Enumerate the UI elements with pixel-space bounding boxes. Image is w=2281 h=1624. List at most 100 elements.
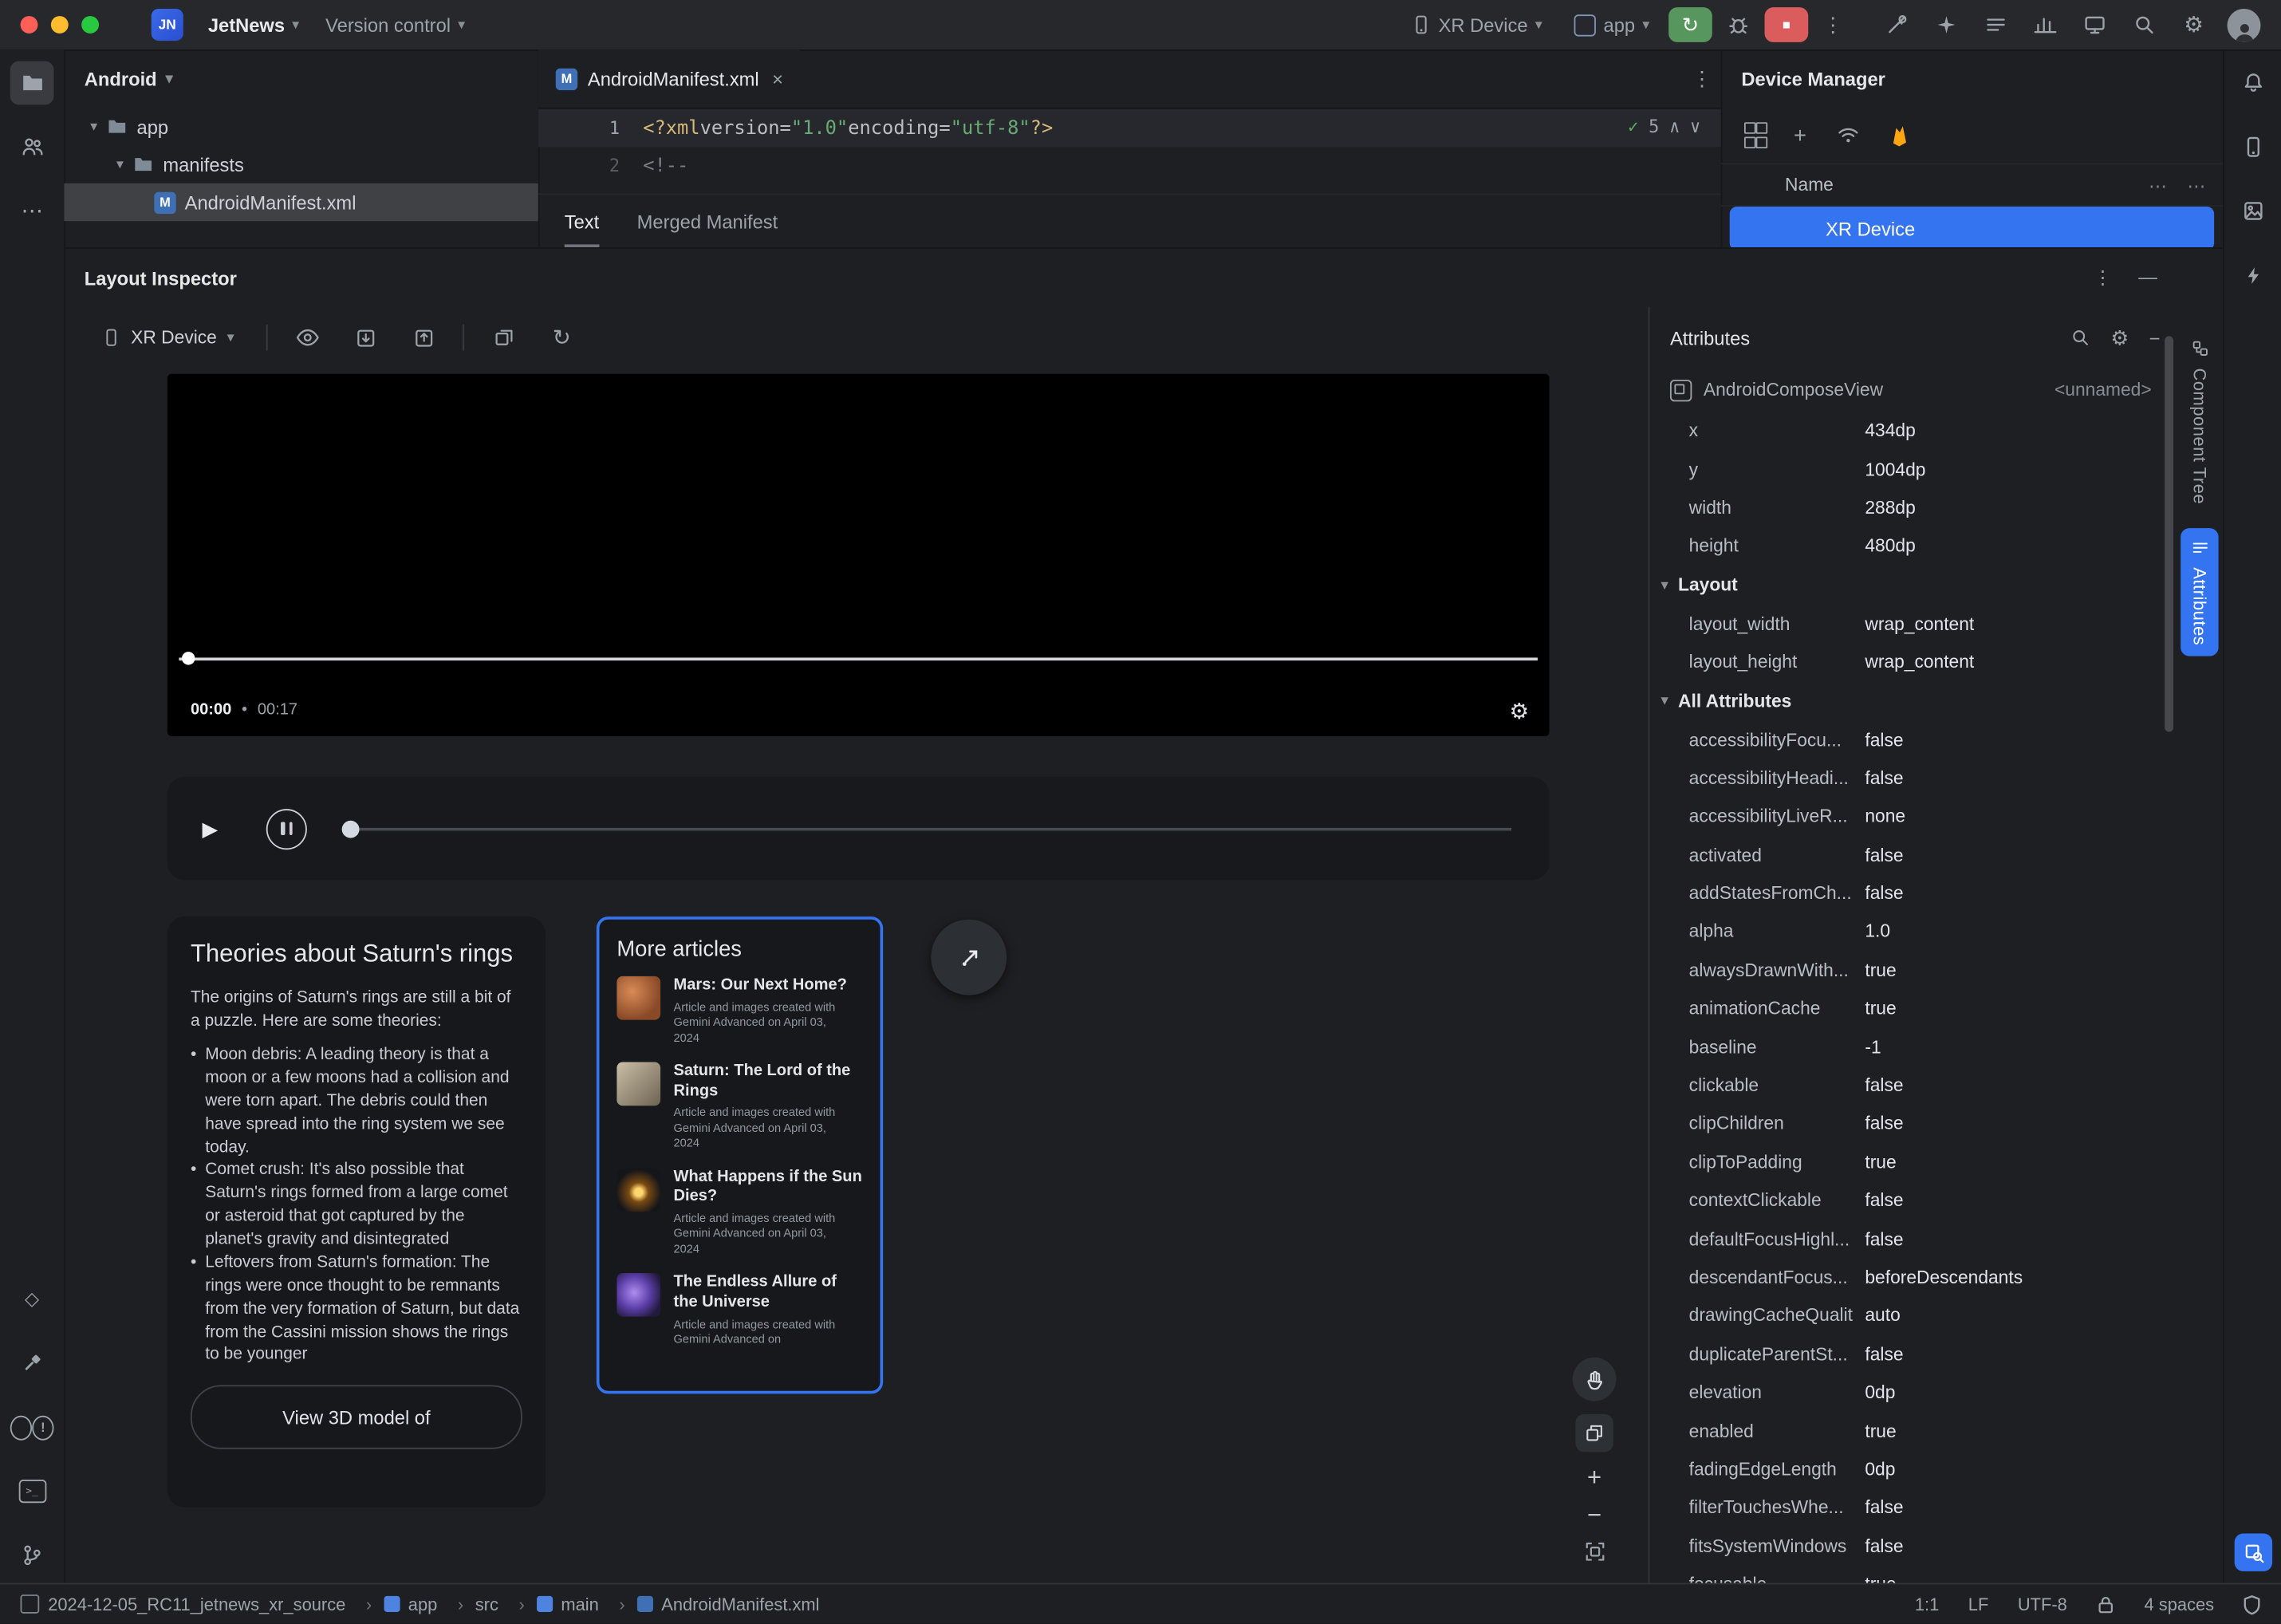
tree-row-manifests[interactable]: ▾ manifests: [64, 145, 538, 183]
attribute-row[interactable]: clickable false: [1649, 1066, 2177, 1105]
audio-seek-track[interactable]: [345, 826, 1512, 830]
panel-options-icon[interactable]: ⋮: [2094, 266, 2113, 290]
code-editor[interactable]: 1 <?xml version= "1.0" encoding= "utf-8" ?>…: [538, 108, 1721, 194]
settings-gear-icon[interactable]: ⚙: [2178, 7, 2210, 42]
add-device-icon[interactable]: +: [1794, 123, 1806, 148]
column-options-icon[interactable]: ⋯: [2149, 174, 2167, 196]
article-list-item[interactable]: The Endless Allure of the Universe Artic…: [617, 1273, 862, 1348]
stop-button[interactable]: ■: [1764, 7, 1809, 42]
attribute-row[interactable]: animationCache true: [1649, 989, 2177, 1027]
video-progress-thumb[interactable]: [182, 652, 195, 665]
editor-tab-options-icon[interactable]: ⋮: [1683, 66, 1720, 91]
settings-gear-icon[interactable]: ⚙: [2110, 325, 2129, 350]
pull-requests-tool-button[interactable]: [10, 125, 54, 169]
next-problem-icon[interactable]: ∨: [1690, 116, 1700, 137]
attribute-row[interactable]: drawingCacheQualit auto: [1649, 1297, 2177, 1335]
code-line-1[interactable]: 1 <?xml version= "1.0" encoding= "utf-8" ?>: [538, 108, 1721, 148]
attribute-row[interactable]: x 434dp: [1649, 412, 2177, 450]
expand-chevron-icon[interactable]: ▾: [90, 119, 97, 135]
attribute-row[interactable]: duplicateParentSt... false: [1649, 1335, 2177, 1374]
search-icon[interactable]: [2070, 327, 2090, 348]
prev-problem-icon[interactable]: ∧: [1669, 116, 1680, 137]
attribute-row[interactable]: accessibilityFocu... false: [1649, 721, 2177, 759]
expand-chevron-icon[interactable]: ▾: [116, 156, 124, 172]
snapshot-export-icon[interactable]: [346, 320, 384, 355]
attribute-row[interactable]: y 1004dp: [1649, 450, 2177, 488]
gemini-toolbar-icon[interactable]: [1930, 7, 1962, 42]
more-articles-card-selected[interactable]: More articles Mars: Our Next Home? Artic…: [596, 916, 884, 1394]
attribute-row[interactable]: layout_height wrap_content: [1649, 643, 2177, 681]
attribute-row[interactable]: defaultFocusHighl... false: [1649, 1220, 2177, 1258]
attribute-row[interactable]: contextClickable false: [1649, 1181, 2177, 1220]
view-3d-model-button[interactable]: View 3D model of: [190, 1385, 522, 1450]
more-actions-icon[interactable]: ⋮: [1814, 13, 1852, 37]
close-window-button[interactable]: [20, 16, 38, 34]
attribute-row[interactable]: fadingEdgeLength 0dp: [1649, 1450, 2177, 1488]
tab-text[interactable]: Text: [565, 195, 599, 247]
profiler-icon[interactable]: [2029, 7, 2061, 42]
video-progress-bar[interactable]: [179, 652, 1538, 665]
close-tab-icon[interactable]: ×: [772, 68, 783, 89]
attribute-row[interactable]: clipToPadding true: [1649, 1143, 2177, 1181]
pair-wifi-icon[interactable]: [1835, 125, 1860, 146]
expand-fab[interactable]: [931, 919, 1007, 995]
attribute-row[interactable]: accessibilityHeadi... false: [1649, 759, 2177, 798]
project-view-selector[interactable]: Android ▾: [64, 49, 538, 108]
attribute-row[interactable]: alpha 1.0: [1649, 913, 2177, 951]
attribute-row[interactable]: fitsSystemWindows false: [1649, 1527, 2177, 1565]
refresh-icon[interactable]: ↻: [542, 320, 580, 355]
zoom-to-fit-icon[interactable]: [1583, 1541, 1605, 1563]
layout-inspector-tool-button[interactable]: [2234, 1533, 2273, 1571]
notifications-tool-button[interactable]: [2232, 61, 2275, 105]
hide-panel-icon[interactable]: −: [2149, 326, 2161, 348]
attribute-row[interactable]: baseline -1: [1649, 1028, 2177, 1066]
3d-layers-icon[interactable]: [1575, 1413, 1613, 1453]
user-avatar[interactable]: [2227, 8, 2261, 41]
sdk-manager-icon[interactable]: [1881, 7, 1913, 42]
attribute-row[interactable]: activated false: [1649, 836, 2177, 874]
search-icon[interactable]: [2129, 7, 2161, 42]
device-selector[interactable]: XR Device ▾: [1398, 6, 1556, 43]
pan-hand-icon[interactable]: [1572, 1357, 1617, 1401]
column-options-icon[interactable]: ⋯: [2187, 174, 2205, 196]
run-configuration-selector[interactable]: app ▾: [1562, 6, 1663, 43]
all-attributes-section-header[interactable]: ▾ All Attributes: [1649, 681, 2177, 720]
version-control-tool-button[interactable]: [10, 1533, 54, 1577]
attribute-row[interactable]: clipChildren false: [1649, 1105, 2177, 1143]
audio-seek-thumb[interactable]: [341, 819, 360, 838]
breadcrumb-item[interactable]: app ›: [383, 1594, 463, 1614]
version-control-menu[interactable]: Version control ▾: [313, 6, 479, 43]
project-menu[interactable]: JetNews ▾: [195, 6, 312, 43]
code-line-2[interactable]: 2 <!--: [538, 147, 1721, 184]
tab-attributes[interactable]: Attributes: [2181, 528, 2219, 656]
tree-row-app[interactable]: ▾ app: [64, 108, 538, 145]
zoom-in-icon[interactable]: +: [1587, 1465, 1601, 1490]
file-encoding[interactable]: UTF-8: [2018, 1594, 2067, 1614]
minimize-panel-icon[interactable]: —: [2138, 266, 2157, 290]
attribute-row[interactable]: descendantFocus... beforeDescendants: [1649, 1258, 2177, 1296]
audio-player-component[interactable]: ▶: [167, 777, 1550, 881]
device-row-xr-device[interactable]: XR Device: [1729, 207, 2215, 248]
zoom-out-icon[interactable]: −: [1587, 1503, 1601, 1527]
snapshot-import-icon[interactable]: [404, 320, 442, 355]
debug-button[interactable]: [1718, 7, 1759, 42]
device-mirror-icon[interactable]: [2078, 7, 2110, 42]
attribute-row[interactable]: addStatesFromCh... false: [1649, 874, 2177, 913]
tab-component-tree[interactable]: Component Tree: [2181, 329, 2218, 514]
app-insights-tool-button[interactable]: [2232, 253, 2275, 297]
build-tool-button[interactable]: [10, 1342, 54, 1386]
attribute-row[interactable]: elevation 0dp: [1649, 1374, 2177, 1412]
attribute-row[interactable]: filterTouchesWhe... false: [1649, 1488, 2177, 1527]
group-devices-icon[interactable]: [1743, 122, 1768, 149]
breadcrumb-item[interactable]: main ›: [536, 1594, 625, 1614]
problems-tool-button[interactable]: !: [10, 1405, 54, 1449]
article-list-item[interactable]: Saturn: The Lord of the Rings Article an…: [617, 1062, 862, 1151]
firebase-icon[interactable]: [1889, 124, 1909, 146]
attribute-row[interactable]: alwaysDrawnWith... true: [1649, 951, 2177, 989]
logcat-icon[interactable]: [1980, 7, 2011, 42]
toggle-overlay-eye-icon[interactable]: [288, 320, 325, 355]
inspector-device-selector[interactable]: XR Device ▾: [90, 321, 246, 353]
scrollbar-thumb[interactable]: [2165, 336, 2174, 732]
attribute-row[interactable]: height 480dp: [1649, 527, 2177, 566]
device-table-header[interactable]: Name ⋯ ⋯: [1720, 163, 2224, 207]
